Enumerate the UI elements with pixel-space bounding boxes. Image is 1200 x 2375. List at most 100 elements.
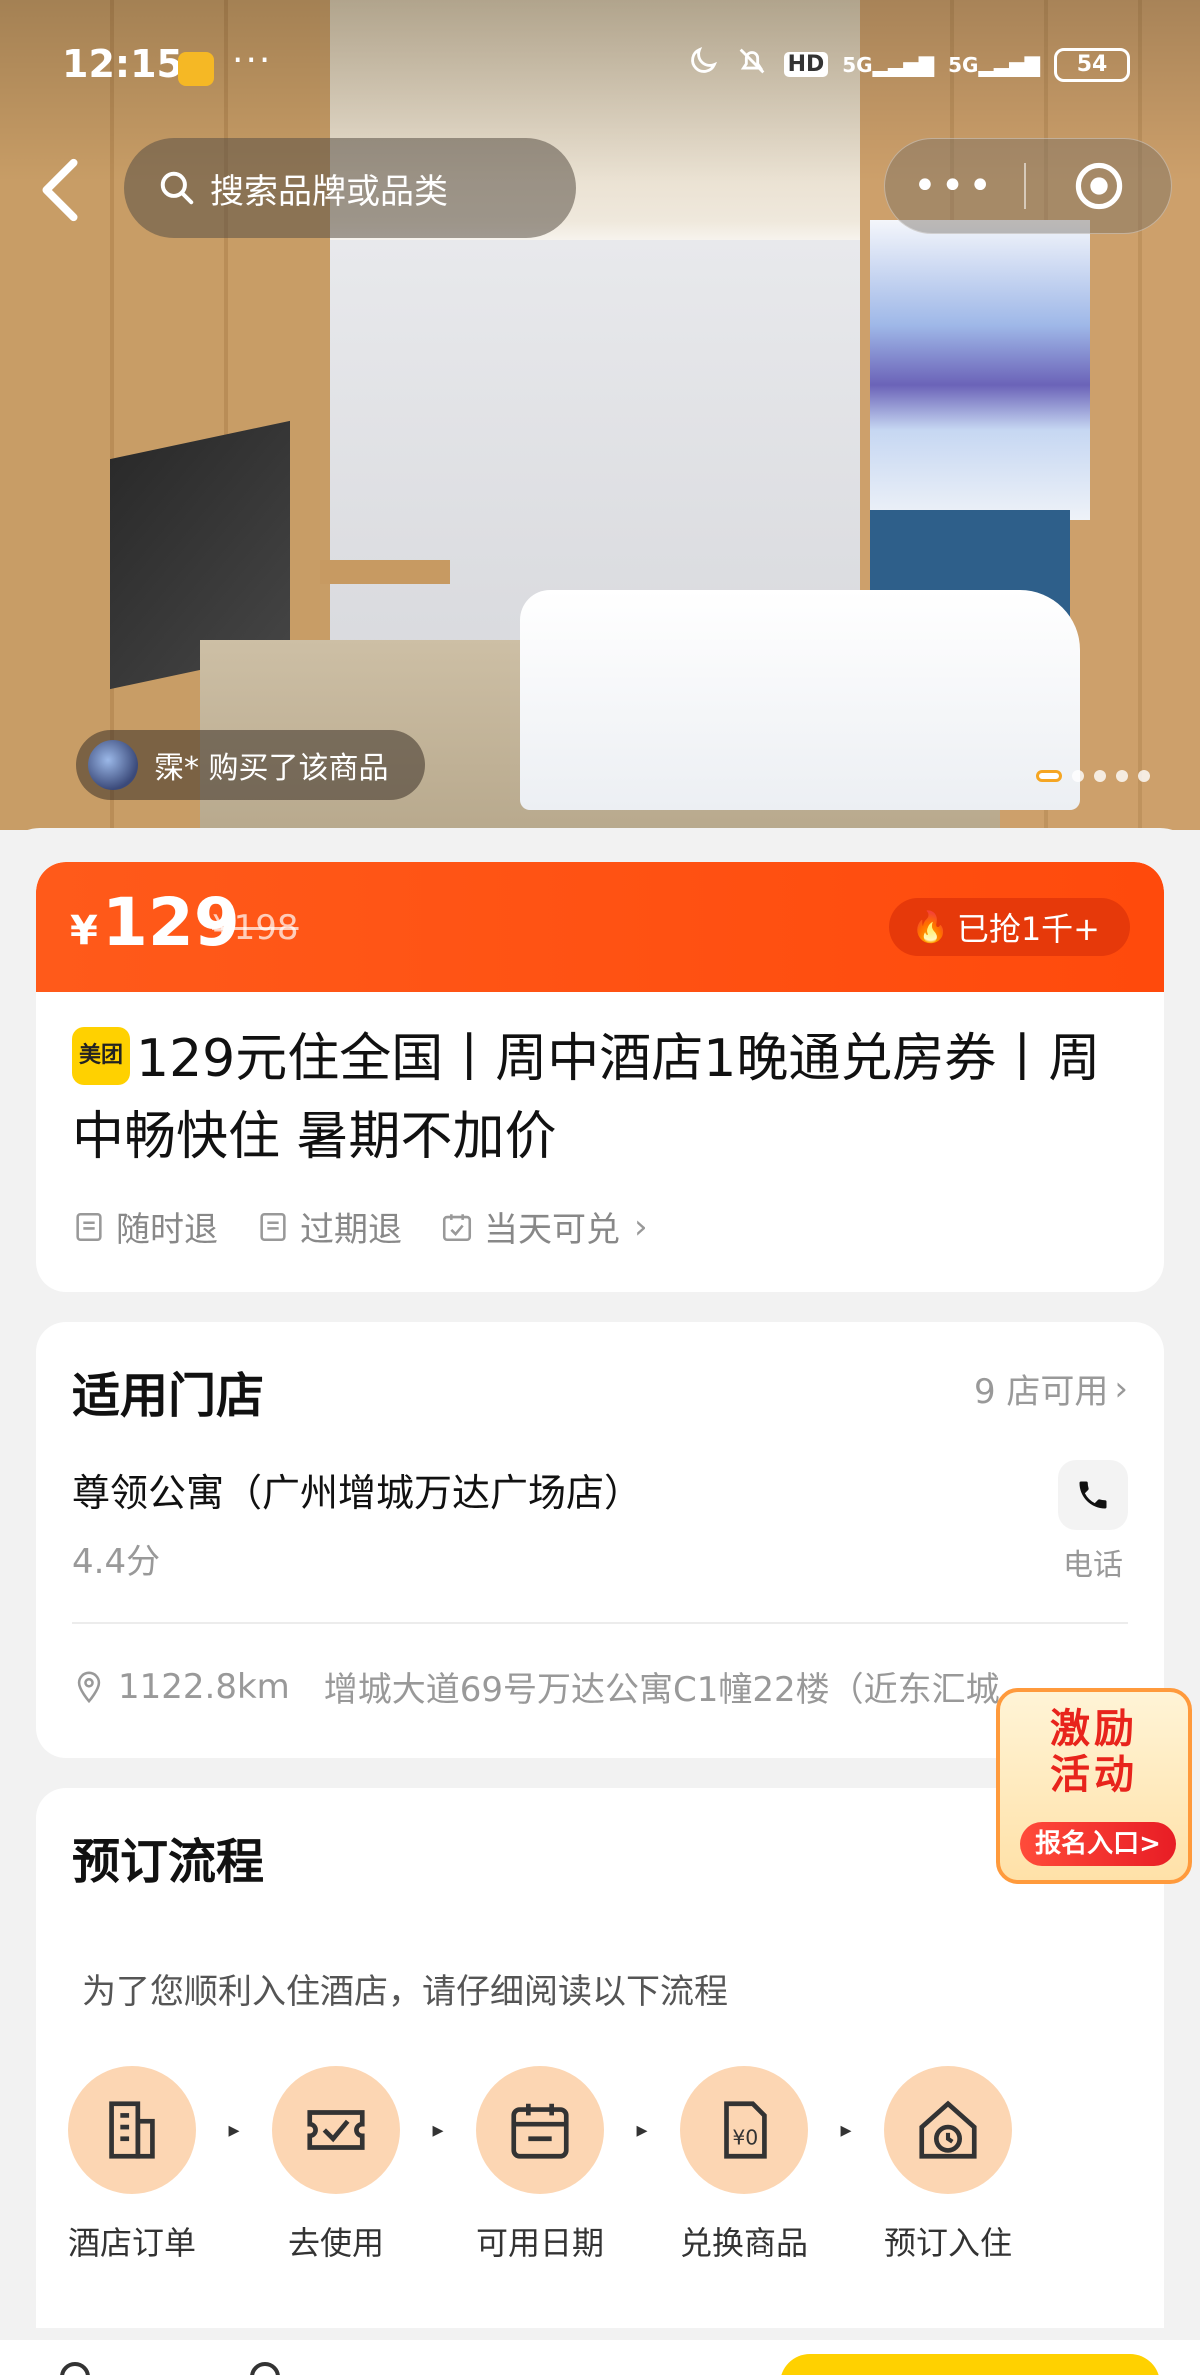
stores-card: 适用门店 9 店可用 › 尊领公寓（广州增城万达广场店） 4.4分 电话 112… bbox=[36, 1322, 1164, 1758]
network-label-2: 5G bbox=[948, 52, 979, 77]
carousel-dot bbox=[1094, 770, 1106, 782]
product-title-text: 129元住全国丨周中酒店1晚通兑房券丨周中畅快住 暑期不加价 bbox=[72, 1029, 1101, 1167]
incentive-activity-widget[interactable]: 激励 活动 报名入口> bbox=[996, 1688, 1192, 1884]
signal-icon-2: 5G▂▃▅▇ bbox=[948, 52, 1040, 77]
original-price: ¥198 bbox=[212, 908, 299, 948]
store-name[interactable]: 尊领公寓（广州增城万达广场店） bbox=[72, 1462, 642, 1517]
store-distance: 1122.8km bbox=[118, 1666, 290, 1707]
chevron-right-icon: › bbox=[1114, 1368, 1128, 1409]
step-label: 预订入住 bbox=[883, 2224, 1012, 2262]
divider bbox=[72, 1622, 1128, 1624]
carousel-dot bbox=[1138, 770, 1150, 782]
product-card: ¥ 129 ¥198 🔥 已抢1千+ 美团 129元住全国丨周中酒店1晚通兑房券丨… bbox=[36, 862, 1164, 1292]
document-icon bbox=[76, 1212, 102, 1241]
chevron-right-icon: › bbox=[634, 1206, 648, 1247]
tag-label: 当天可兑 bbox=[484, 1210, 620, 1250]
svg-text:¥0: ¥0 bbox=[732, 2126, 758, 2150]
price-banner: ¥ 129 ¥198 🔥 已抢1千+ bbox=[36, 862, 1164, 992]
carousel-dot bbox=[1072, 770, 1084, 782]
booking-tip: 为了您顺利入住酒店，请仔细阅读以下流程 bbox=[82, 1972, 728, 2012]
stores-count: 9 店可用 bbox=[973, 1372, 1109, 1412]
store-address: 增城大道69号万达公寓C1幢22楼（近东汇城 bbox=[323, 1670, 1000, 1710]
stores-heading: 适用门店 bbox=[72, 1368, 265, 1424]
meituan-logo: 美团 bbox=[72, 1027, 130, 1085]
promo-title: 激励 活动 bbox=[1000, 1706, 1188, 1798]
location-pin-icon bbox=[77, 1671, 101, 1703]
step-checkin: 预订入住 bbox=[866, 2066, 1030, 2264]
carousel-indicator bbox=[1036, 770, 1150, 782]
tag-same-day: 当天可兑 › bbox=[440, 1202, 648, 1251]
step-hotel-order: 酒店订单 bbox=[50, 2066, 214, 2264]
voucher-icon: ¥0 bbox=[680, 2066, 808, 2194]
miniapp-capsule: ••• bbox=[884, 138, 1172, 234]
page: 12:15 ··· HD 5G▂▃▅▇ 5G▂▃▅▇ 54 搜索品牌或品类 ••… bbox=[0, 0, 1200, 2375]
store-score: 4.4分 bbox=[72, 1542, 161, 1582]
promo-line-2: 活动 bbox=[1050, 1752, 1138, 1798]
step-redeem: ¥0 兑换商品 bbox=[662, 2066, 826, 2264]
avatar bbox=[88, 740, 138, 790]
step-label: 兑换商品 bbox=[679, 2224, 808, 2262]
mute-icon bbox=[734, 44, 770, 85]
tag-label: 随时退 bbox=[116, 1210, 218, 1250]
calendar-icon bbox=[476, 2066, 604, 2194]
chevron-left-icon bbox=[42, 158, 78, 222]
tag-refund-anytime: 随时退 bbox=[72, 1202, 218, 1251]
product-title: 美团 129元住全国丨周中酒店1晚通兑房券丨周中畅快住 暑期不加价 bbox=[72, 1020, 1132, 1176]
phone-icon bbox=[1058, 1460, 1128, 1530]
arrow-icon: ▸ bbox=[432, 2117, 444, 2143]
search-icon bbox=[160, 171, 194, 205]
flame-icon: 🔥 bbox=[911, 909, 949, 945]
more-menu-button[interactable]: ••• bbox=[885, 163, 1024, 209]
house-clock-icon bbox=[884, 2066, 1012, 2194]
step-label: 酒店订单 bbox=[67, 2224, 196, 2262]
system-icons: HD 5G▂▃▅▇ 5G▂▃▅▇ 54 bbox=[686, 44, 1130, 85]
step-use: 去使用 bbox=[254, 2066, 418, 2264]
search-placeholder: 搜索品牌或品类 bbox=[210, 171, 448, 212]
booking-steps: 酒店订单 ▸ 去使用 ▸ 可用日期 ▸ ¥0 兑换商品 ▸ 预订入住 bbox=[50, 2066, 1110, 2264]
status-more: ··· bbox=[232, 40, 273, 81]
recent-buyer-text: 霂* 购买了该商品 bbox=[154, 751, 389, 786]
tag-label: 过期退 bbox=[300, 1210, 402, 1250]
service-icon[interactable] bbox=[250, 2362, 280, 2375]
store-address-row[interactable]: 1122.8km 增城大道69号万达公寓C1幢22楼（近东汇城 bbox=[72, 1662, 1032, 1711]
promo-signup-button[interactable]: 报名入口> bbox=[1020, 1822, 1176, 1866]
tag-refund-expired: 过期退 bbox=[256, 1202, 402, 1251]
network-label-1: 5G bbox=[842, 52, 873, 77]
bottom-action-bar bbox=[0, 2340, 1200, 2375]
search-bar[interactable]: 搜索品牌或品类 bbox=[124, 138, 576, 238]
sold-count-text: 已抢1千+ bbox=[956, 910, 1100, 948]
phone-button[interactable]: 电话 bbox=[1058, 1460, 1128, 1584]
ticket-check-icon bbox=[272, 2066, 400, 2194]
app-notification-icon bbox=[178, 52, 214, 86]
step-label: 可用日期 bbox=[475, 2224, 604, 2262]
building-icon bbox=[68, 2066, 196, 2194]
calendar-check-icon bbox=[442, 1213, 472, 1241]
service-tags[interactable]: 随时退 过期退 当天可兑 › bbox=[72, 1202, 648, 1251]
status-bar: 12:15 ··· HD 5G▂▃▅▇ 5G▂▃▅▇ 54 bbox=[0, 0, 1200, 135]
hd-icon: HD bbox=[783, 52, 829, 77]
step-label: 去使用 bbox=[287, 2224, 384, 2262]
signal-icon-1: 5G▂▃▅▇ bbox=[842, 52, 935, 77]
currency-symbol: ¥ bbox=[70, 908, 98, 954]
phone-label: 电话 bbox=[1063, 1548, 1123, 1583]
home-icon[interactable] bbox=[60, 2362, 90, 2375]
carousel-dot bbox=[1036, 770, 1062, 782]
arrow-icon: ▸ bbox=[840, 2117, 852, 2143]
close-miniapp-button[interactable] bbox=[1026, 160, 1171, 212]
target-icon bbox=[1075, 162, 1122, 210]
step-dates: 可用日期 bbox=[458, 2066, 622, 2264]
sold-count-badge: 🔥 已抢1千+ bbox=[889, 898, 1130, 956]
recent-buyer-pill: 霂* 购买了该商品 bbox=[76, 730, 425, 800]
buy-button[interactable] bbox=[780, 2354, 1160, 2375]
promo-line-1: 激励 bbox=[1050, 1706, 1138, 1752]
booking-heading: 预订流程 bbox=[72, 1834, 265, 1890]
stores-count-link[interactable]: 9 店可用 › bbox=[974, 1364, 1128, 1413]
moon-icon bbox=[686, 44, 720, 85]
carousel-dot bbox=[1116, 770, 1128, 782]
back-button[interactable] bbox=[30, 155, 90, 225]
arrow-icon: ▸ bbox=[228, 2117, 240, 2143]
status-time: 12:15 bbox=[62, 42, 183, 86]
arrow-icon: ▸ bbox=[636, 2117, 648, 2143]
document-icon bbox=[260, 1212, 286, 1241]
battery-icon: 54 bbox=[1054, 47, 1130, 82]
